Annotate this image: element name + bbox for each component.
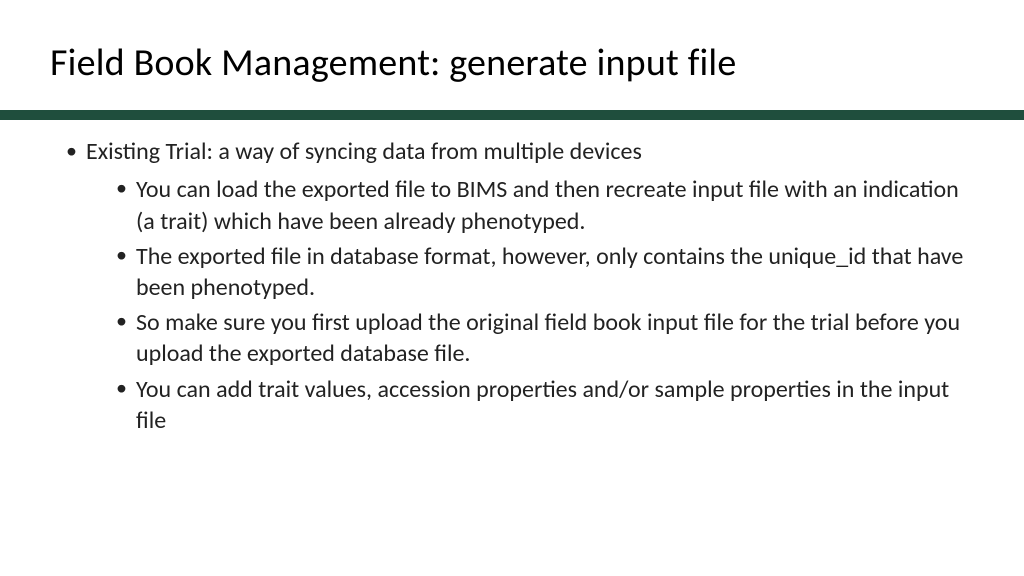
sub-bullet-list: You can load the exported file to BIMS a… [62,174,974,436]
sub-bullet: You can add trait values, accession prop… [112,374,974,436]
slide-title: Field Book Management: generate input fi… [50,40,974,86]
bullet-main: Existing Trial: a way of syncing data fr… [62,136,974,168]
sub-bullet: The exported file in database format, ho… [112,241,974,303]
sub-bullet: So make sure you first upload the origin… [112,307,974,369]
sub-bullet: You can load the exported file to BIMS a… [112,174,974,236]
content-area: Existing Trial: a way of syncing data fr… [50,136,974,436]
slide-container: Field Book Management: generate input fi… [0,0,1024,576]
divider-bar [0,110,1024,120]
